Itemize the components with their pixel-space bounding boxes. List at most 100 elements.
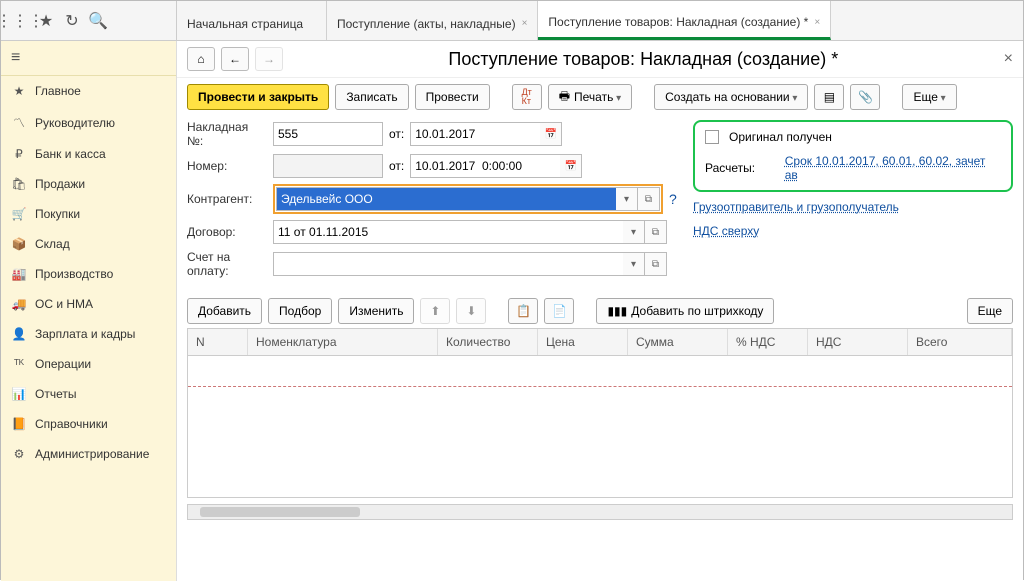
help-icon[interactable]: ? [669, 191, 677, 207]
sidebar-item-operations[interactable]: ᵀᴷОперации [1, 349, 176, 379]
dropdown-icon[interactable]: ▾ [623, 252, 645, 276]
print-button[interactable]: 🖶Печать [548, 84, 632, 110]
sidebar-item-label: Покупки [35, 207, 80, 221]
vat-link[interactable]: НДС сверху [693, 224, 759, 238]
sidebar-item-label: Банк и касса [35, 147, 106, 161]
calendar-icon[interactable]: 📅 [560, 154, 582, 178]
create-based-button[interactable]: Создать на основании [654, 84, 808, 110]
star-icon[interactable]: ★ [33, 8, 59, 34]
back-button[interactable]: ← [221, 47, 249, 71]
col-quantity[interactable]: Количество [438, 329, 538, 355]
sidebar-item-warehouse[interactable]: 📦 Склад [1, 229, 176, 259]
sidebar: ≡ ★Главное 〽 Руководителю ₽ Банк и касса 🛍… [1, 41, 177, 581]
horizontal-scrollbar[interactable] [187, 504, 1013, 520]
more-button[interactable]: Еще [902, 84, 956, 110]
dropdown-icon[interactable]: ▾ [616, 187, 638, 211]
move-down-button[interactable]: ⬇ [456, 298, 486, 324]
apps-icon[interactable]: ⋮⋮⋮ [7, 8, 33, 34]
close-icon[interactable]: × [814, 17, 820, 28]
add-row-button[interactable]: Добавить [187, 298, 262, 324]
tkt-icon: ᵀᴷ [11, 357, 27, 371]
content-header: ⌂ ← → Поступление товаров: Накладная (со… [177, 41, 1023, 78]
col-n[interactable]: N [188, 329, 248, 355]
open-icon[interactable]: ⧉ [638, 187, 660, 211]
sidebar-item-production[interactable]: 🏭Производство [1, 259, 176, 289]
calendar-icon[interactable]: 📅 [540, 122, 562, 146]
barcode-icon: ▮▮▮ [607, 304, 627, 318]
form-left: Накладная №: от: 📅 Номер: от: 📅 [187, 120, 681, 284]
home-button[interactable]: ⌂ [187, 47, 215, 71]
original-received-label: Оригинал получен [729, 130, 832, 144]
date1-input[interactable] [410, 122, 540, 146]
date2-input[interactable] [410, 154, 560, 178]
sidebar-item-label: ОС и НМА [35, 297, 93, 311]
chart-icon: 〽 [11, 114, 27, 131]
sidebar-item-sales[interactable]: 🛍Продажи [1, 169, 176, 199]
cart-icon: 🛒 [11, 207, 27, 221]
sidebar-item-label: Руководителю [35, 116, 115, 130]
sidebar-item-salary[interactable]: 👤Зарплата и кадры [1, 319, 176, 349]
settlements-link[interactable]: Срок 10.01.2017, 60.01, 60.02, зачет ав [785, 154, 1001, 182]
bars-icon: 📊 [11, 387, 27, 401]
dropdown-icon[interactable]: ▾ [623, 220, 645, 244]
col-total[interactable]: Всего [908, 329, 1012, 355]
gear-icon: ⚙ [11, 447, 27, 461]
contract-input[interactable] [273, 220, 623, 244]
sidebar-item-purchases[interactable]: 🛒 Покупки [1, 199, 176, 229]
tab-receipts[interactable]: Поступление (акты, накладные) × [327, 1, 538, 40]
consignor-link[interactable]: Грузоотправитель и грузополучатель [693, 200, 899, 214]
ruble-icon: ₽ [11, 147, 27, 161]
number-input[interactable] [273, 154, 383, 178]
move-up-button[interactable]: ⬆ [420, 298, 450, 324]
col-price[interactable]: Цена [538, 329, 628, 355]
invoice-no-input[interactable] [273, 122, 383, 146]
tab-start[interactable]: Начальная страница [177, 1, 327, 40]
save-button[interactable]: Записать [335, 84, 408, 110]
sidebar-item-assets[interactable]: 🚚ОС и НМА [1, 289, 176, 319]
table-more-button[interactable]: Еще [967, 298, 1013, 324]
search-icon[interactable]: 🔍 [85, 8, 111, 34]
contractor-input[interactable] [276, 187, 616, 211]
sidebar-item-manager[interactable]: 〽 Руководителю [1, 106, 176, 139]
sidebar-item-label: Склад [35, 237, 70, 251]
grid-body[interactable] [188, 356, 1012, 496]
pick-button[interactable]: Подбор [268, 298, 332, 324]
box-icon: 📦 [11, 237, 27, 251]
sidebar-item-reports[interactable]: 📊 Отчеты [1, 379, 176, 409]
tabs: Начальная страница Поступление (акты, на… [177, 1, 1023, 40]
sidebar-item-admin[interactable]: ⚙Администрирование [1, 439, 176, 469]
history-icon[interactable]: ↻ [59, 8, 85, 34]
open-icon[interactable]: ⧉ [645, 252, 667, 276]
from2-label: от: [389, 159, 404, 173]
col-sum[interactable]: Сумма [628, 329, 728, 355]
close-icon[interactable]: × [1004, 50, 1013, 68]
toolbar: Провести и закрыть Записать Провести ДтК… [177, 78, 1023, 116]
col-nds-percent[interactable]: % НДС [728, 329, 808, 355]
edit-button[interactable]: Изменить [338, 298, 414, 324]
post-button[interactable]: Провести [415, 84, 490, 110]
post-and-close-button[interactable]: Провести и закрыть [187, 84, 329, 110]
menu-icon[interactable]: ≡ [1, 41, 176, 76]
paste-button[interactable]: 📄 [544, 298, 574, 324]
from-label: от: [389, 127, 404, 141]
dtct-button[interactable]: ДтКт [512, 84, 542, 110]
sidebar-item-refs[interactable]: 📙Справочники [1, 409, 176, 439]
sidebar-item-main[interactable]: ★Главное [1, 76, 176, 106]
col-nds[interactable]: НДС [808, 329, 908, 355]
copy-button[interactable]: 📋 [508, 298, 538, 324]
open-icon[interactable]: ⧉ [645, 220, 667, 244]
sidebar-item-label: Отчеты [35, 387, 76, 401]
col-nomenclature[interactable]: Номенклатура [248, 329, 438, 355]
number-label: Номер: [187, 159, 267, 173]
document-icon-button[interactable]: ▤ [814, 84, 844, 110]
tab-invoice[interactable]: Поступление товаров: Накладная (создание… [538, 1, 831, 40]
sidebar-item-label: Продажи [35, 177, 85, 191]
close-icon[interactable]: × [522, 18, 528, 29]
sidebar-item-label: Зарплата и кадры [35, 327, 135, 341]
forward-button[interactable]: → [255, 47, 283, 71]
original-received-checkbox[interactable] [705, 130, 719, 144]
barcode-button[interactable]: ▮▮▮Добавить по штрихкоду [596, 298, 774, 324]
sidebar-item-bank[interactable]: ₽ Банк и касса [1, 139, 176, 169]
attach-button[interactable]: 📎 [850, 84, 880, 110]
bill-input[interactable] [273, 252, 623, 276]
